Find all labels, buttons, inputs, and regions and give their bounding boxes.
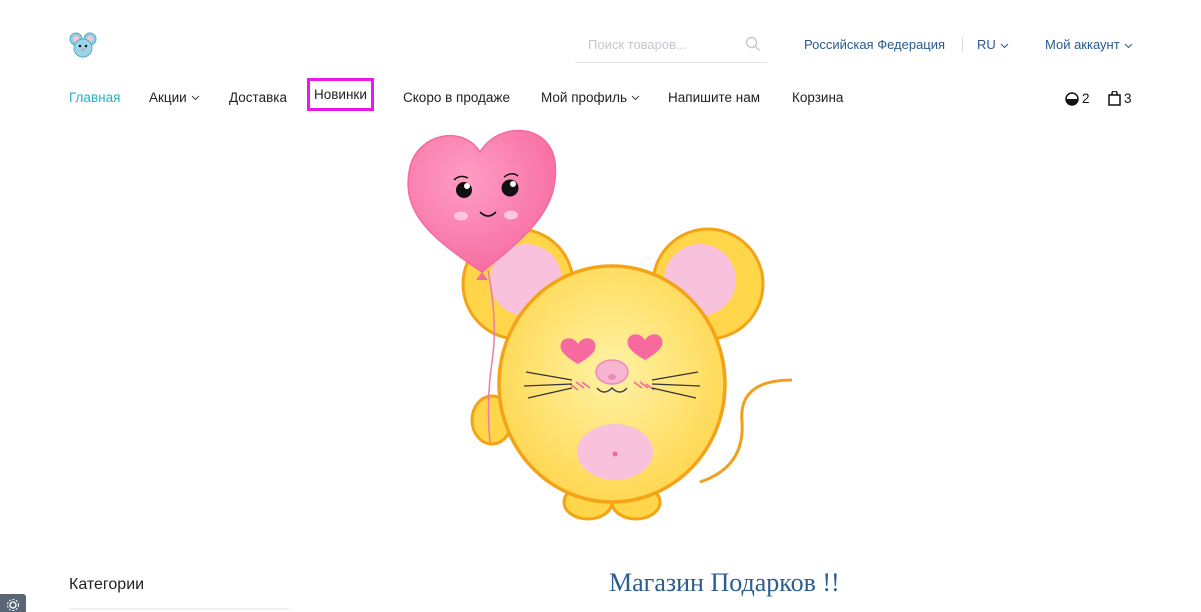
hero-banner	[400, 122, 800, 527]
account-label: Мой аккаунт	[1045, 37, 1120, 52]
categories-title: Категории	[69, 576, 145, 593]
search-box	[575, 27, 767, 63]
divider	[69, 608, 289, 610]
gear-icon	[7, 599, 19, 611]
cart-count: 3	[1124, 91, 1132, 106]
divider	[962, 38, 963, 52]
chevron-down-icon	[191, 96, 200, 101]
nav-item-home[interactable]: Главная	[69, 90, 120, 105]
nav-item-delivery[interactable]: Доставка	[229, 90, 287, 105]
cart-counter[interactable]: 3	[1108, 91, 1132, 106]
nav-item-promotions[interactable]: Акции	[149, 90, 200, 105]
shopping-bag-icon	[1108, 91, 1121, 106]
nav-item-contact-us[interactable]: Напишите нам	[668, 90, 760, 105]
search-input[interactable]	[575, 27, 735, 61]
chevron-down-icon	[1000, 43, 1009, 48]
site-logo[interactable]	[69, 31, 97, 59]
settings-button[interactable]	[0, 594, 26, 612]
language-label: RU	[977, 37, 996, 52]
nav-item-coming-soon[interactable]: Скоро в продаже	[403, 90, 510, 105]
nav-item-label: Акции	[149, 90, 187, 105]
compare-icon	[1065, 91, 1079, 106]
compare-count: 2	[1082, 91, 1090, 106]
nav-item-cart[interactable]: Корзина	[792, 90, 843, 105]
mouse-balloon-illustration	[407, 129, 793, 521]
nav-item-new-arrivals[interactable]: Новинки	[307, 78, 374, 111]
page-title: Магазин Подарков !!	[609, 568, 840, 597]
search-icon[interactable]	[745, 36, 761, 52]
region-selector[interactable]: Российская Федерация	[804, 37, 945, 52]
chevron-down-icon	[1124, 43, 1133, 48]
language-selector[interactable]: RU	[977, 37, 1009, 52]
compare-counter[interactable]: 2	[1065, 91, 1090, 106]
nav-item-my-profile[interactable]: Мой профиль	[541, 90, 640, 105]
account-menu[interactable]: Мой аккаунт	[1045, 37, 1133, 52]
chevron-down-icon	[631, 96, 640, 101]
mouse-logo-icon	[69, 32, 97, 58]
nav-item-label: Мой профиль	[541, 90, 628, 105]
